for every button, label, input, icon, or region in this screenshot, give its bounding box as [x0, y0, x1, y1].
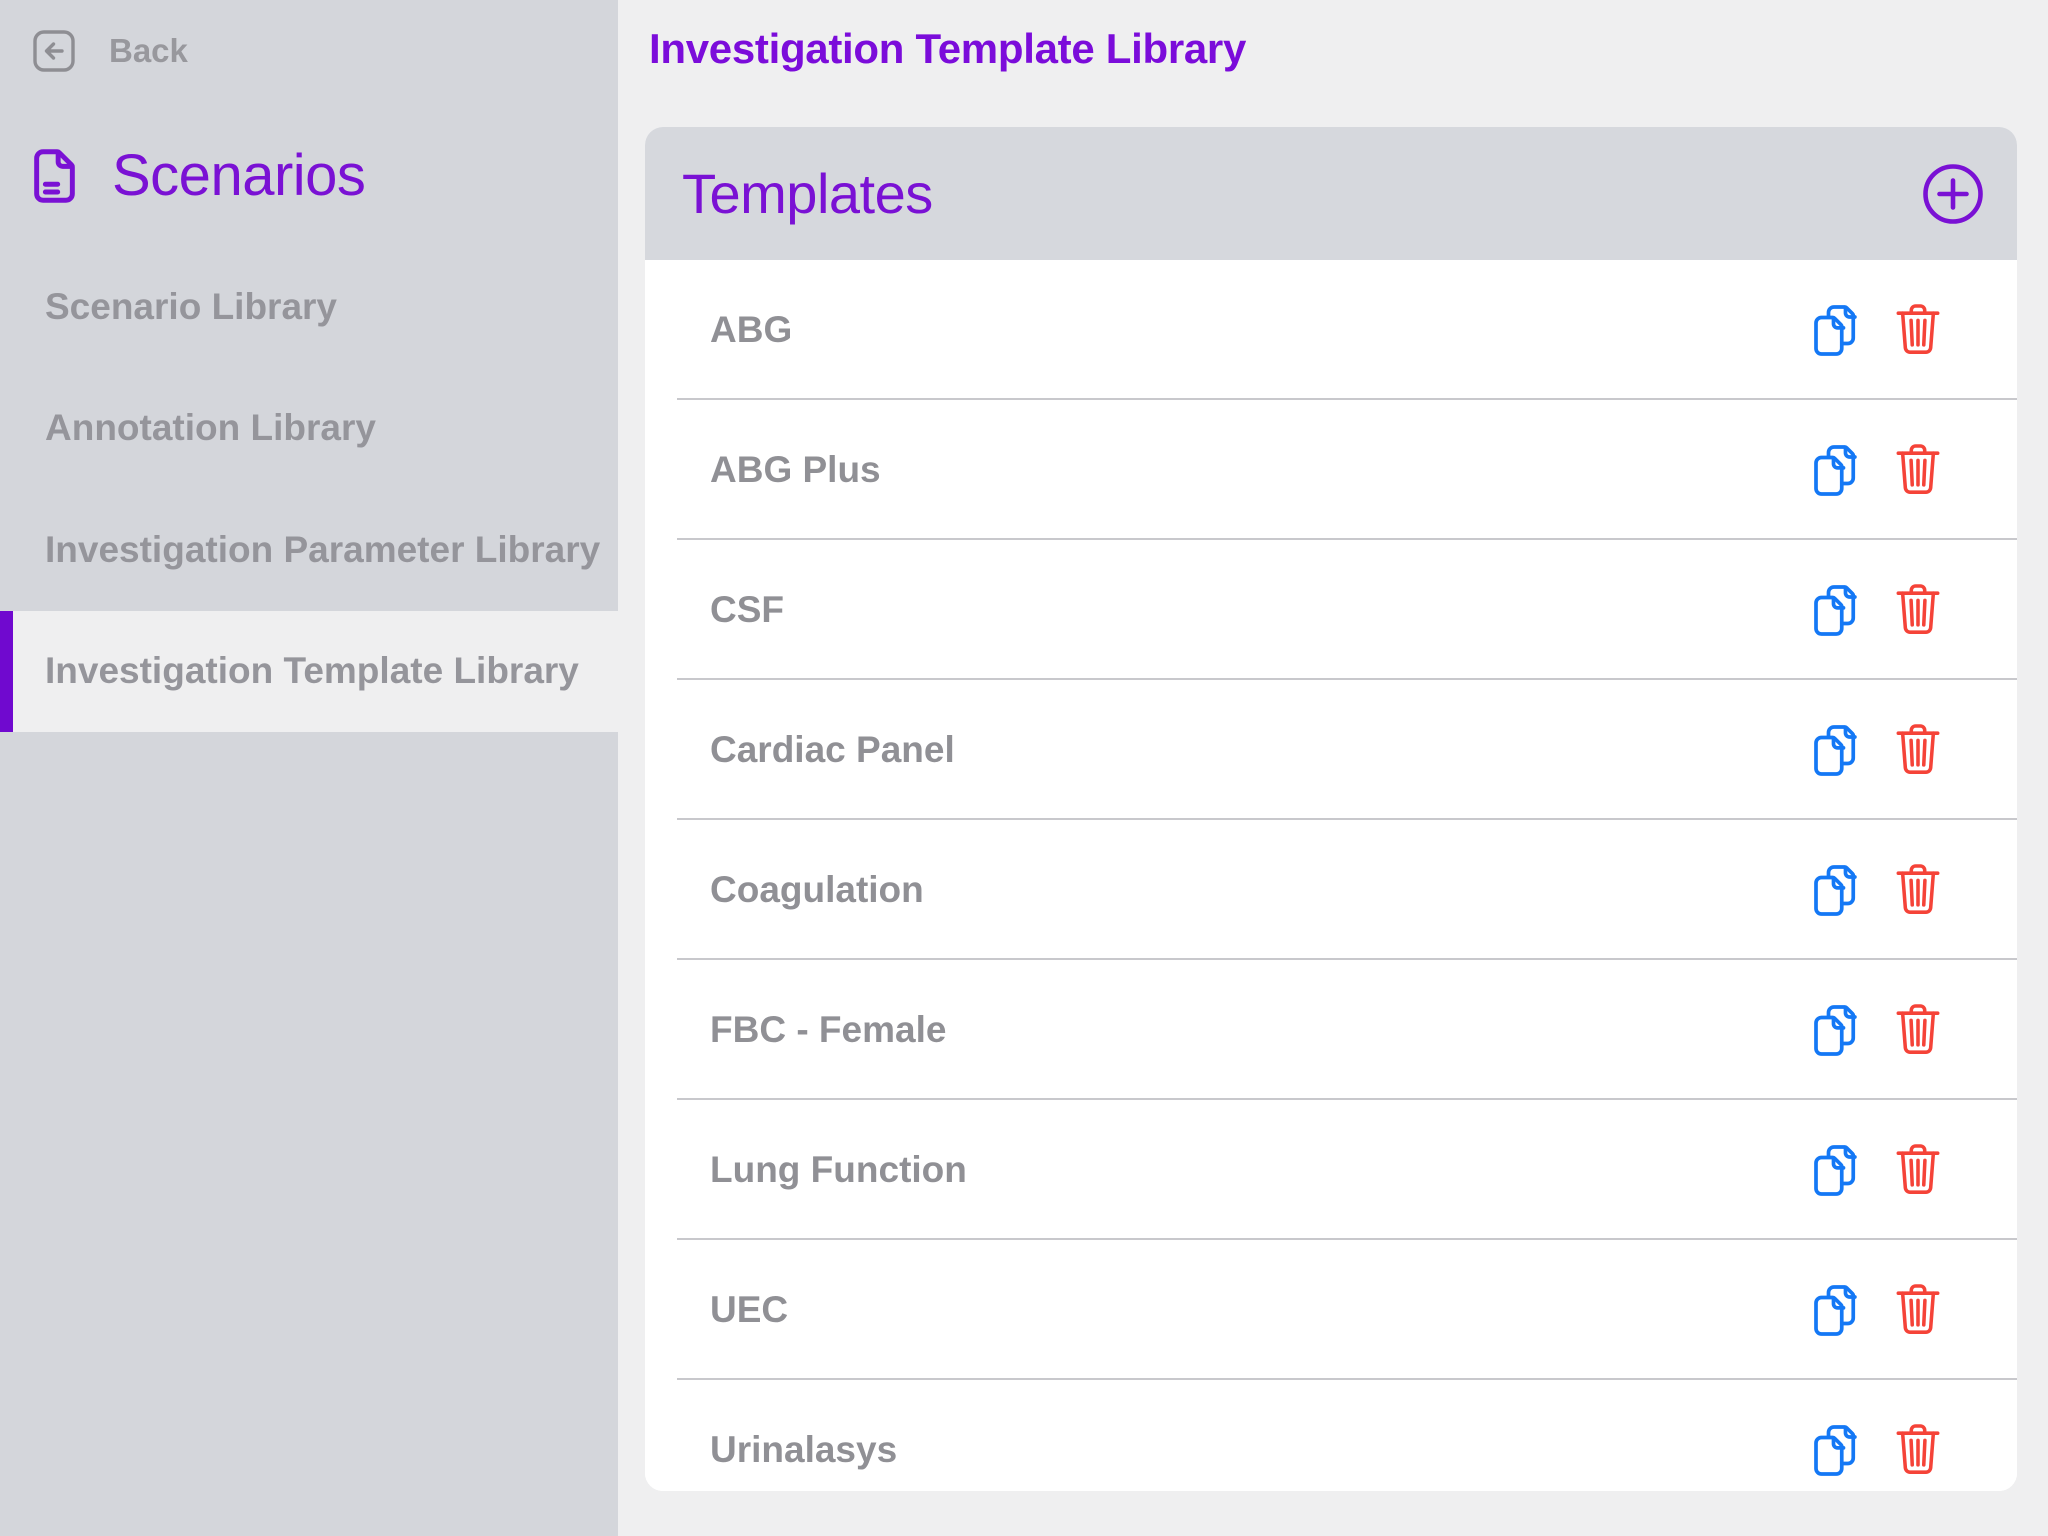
scenarios-title: Scenarios: [112, 142, 365, 209]
delete-template-button[interactable]: [1889, 721, 1947, 779]
template-list: ABG: [645, 260, 2017, 1491]
trash-icon: [1894, 444, 1942, 496]
page-title: Investigation Template Library: [649, 25, 1246, 73]
copy-icon: [1808, 862, 1865, 919]
template-row[interactable]: Urinalasys: [645, 1380, 2017, 1491]
copy-template-button[interactable]: [1807, 1281, 1865, 1339]
copy-icon: [1808, 302, 1865, 359]
template-name: UEC: [710, 1289, 788, 1331]
back-label: Back: [109, 32, 188, 70]
template-name: Coagulation: [710, 869, 924, 911]
template-row[interactable]: Coagulation: [645, 820, 2017, 960]
delete-template-button[interactable]: [1889, 1421, 1947, 1479]
back-button[interactable]: Back: [33, 30, 188, 72]
template-name: ABG: [710, 309, 792, 351]
template-row[interactable]: ABG Plus: [645, 400, 2017, 540]
template-name: Lung Function: [710, 1149, 967, 1191]
add-template-button[interactable]: [1921, 162, 1985, 226]
back-arrow-icon: [33, 30, 75, 72]
trash-icon: [1894, 1424, 1942, 1476]
row-actions: [1807, 1001, 1947, 1059]
delete-template-button[interactable]: [1889, 581, 1947, 639]
plus-circle-icon: [1921, 162, 1985, 226]
copy-template-button[interactable]: [1807, 861, 1865, 919]
template-row[interactable]: ABG: [645, 260, 2017, 400]
trash-icon: [1894, 864, 1942, 916]
templates-card: Templates ABG: [645, 127, 2017, 1491]
template-row[interactable]: FBC - Female: [645, 960, 2017, 1100]
copy-icon: [1808, 1422, 1865, 1479]
delete-template-button[interactable]: [1889, 301, 1947, 359]
selected-indicator: [0, 611, 13, 733]
delete-template-button[interactable]: [1889, 1001, 1947, 1059]
row-actions: [1807, 721, 1947, 779]
scenarios-header: Scenarios: [33, 142, 365, 209]
copy-icon: [1808, 442, 1865, 499]
row-actions: [1807, 301, 1947, 359]
document-icon: [33, 148, 76, 204]
screen: Back Scenarios Scenario Library Annotati…: [0, 0, 2048, 1536]
sidebar-item-investigation-template-library[interactable]: Investigation Template Library: [0, 611, 618, 733]
copy-template-button[interactable]: [1807, 721, 1865, 779]
copy-template-button[interactable]: [1807, 1001, 1865, 1059]
delete-template-button[interactable]: [1889, 1281, 1947, 1339]
copy-icon: [1808, 1142, 1865, 1199]
trash-icon: [1894, 304, 1942, 356]
trash-icon: [1894, 584, 1942, 636]
template-row[interactable]: UEC: [645, 1240, 2017, 1380]
row-actions: [1807, 1141, 1947, 1199]
copy-icon: [1808, 722, 1865, 779]
sidebar-item-scenario-library[interactable]: Scenario Library: [0, 246, 618, 368]
trash-icon: [1894, 724, 1942, 776]
trash-icon: [1894, 1144, 1942, 1196]
copy-icon: [1808, 1002, 1865, 1059]
sidebar-item-label: Investigation Template Library: [0, 650, 579, 692]
sidebar-item-label: Annotation Library: [0, 407, 376, 449]
row-actions: [1807, 1421, 1947, 1479]
template-row[interactable]: CSF: [645, 540, 2017, 680]
sidebar-item-investigation-parameter-library[interactable]: Investigation Parameter Library: [0, 489, 618, 611]
copy-template-button[interactable]: [1807, 301, 1865, 359]
row-actions: [1807, 581, 1947, 639]
copy-template-button[interactable]: [1807, 1421, 1865, 1479]
templates-title: Templates: [682, 161, 933, 226]
copy-icon: [1808, 582, 1865, 639]
template-name: FBC - Female: [710, 1009, 946, 1051]
templates-card-header: Templates: [645, 127, 2017, 260]
sidebar-item-label: Investigation Parameter Library: [0, 529, 600, 571]
copy-template-button[interactable]: [1807, 441, 1865, 499]
template-name: Urinalasys: [710, 1429, 897, 1471]
template-name: CSF: [710, 589, 784, 631]
copy-template-button[interactable]: [1807, 581, 1865, 639]
copy-icon: [1808, 1282, 1865, 1339]
sidebar: Back Scenarios Scenario Library Annotati…: [0, 0, 618, 1536]
sidebar-item-annotation-library[interactable]: Annotation Library: [0, 368, 618, 490]
template-row[interactable]: Lung Function: [645, 1100, 2017, 1240]
delete-template-button[interactable]: [1889, 1141, 1947, 1199]
row-actions: [1807, 861, 1947, 919]
template-name: ABG Plus: [710, 449, 881, 491]
copy-template-button[interactable]: [1807, 1141, 1865, 1199]
main-content: Investigation Template Library Templates…: [618, 0, 2048, 1536]
row-actions: [1807, 441, 1947, 499]
trash-icon: [1894, 1004, 1942, 1056]
trash-icon: [1894, 1284, 1942, 1336]
delete-template-button[interactable]: [1889, 861, 1947, 919]
template-row[interactable]: Cardiac Panel: [645, 680, 2017, 820]
template-name: Cardiac Panel: [710, 729, 955, 771]
sidebar-item-label: Scenario Library: [0, 286, 337, 328]
sidebar-nav: Scenario Library Annotation Library Inve…: [0, 246, 618, 732]
delete-template-button[interactable]: [1889, 441, 1947, 499]
row-actions: [1807, 1281, 1947, 1339]
